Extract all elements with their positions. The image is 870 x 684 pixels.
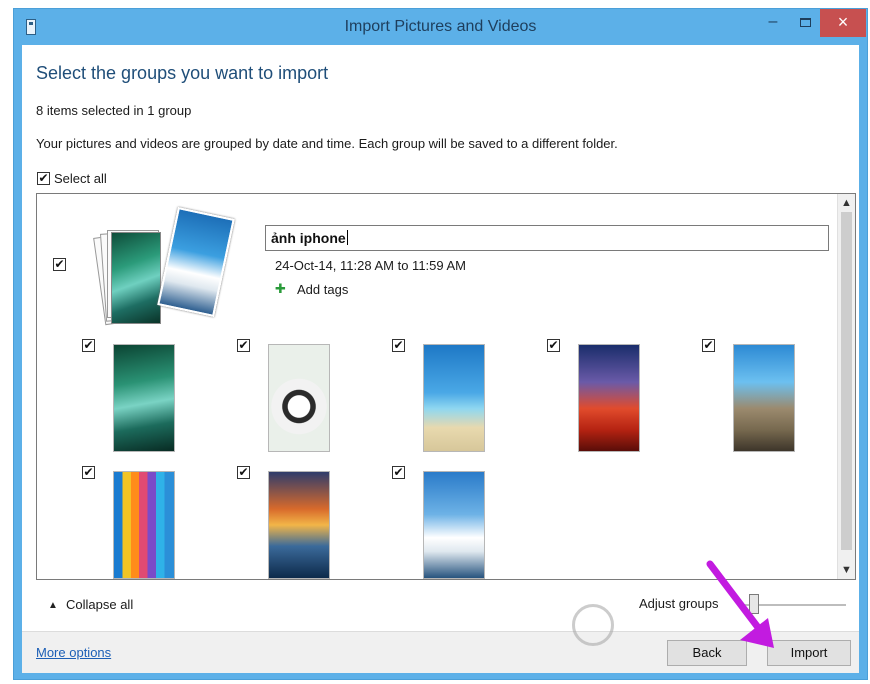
photo-thumbnail-panda[interactable] bbox=[268, 344, 330, 452]
photo-thumbnail-pencils[interactable] bbox=[113, 471, 175, 579]
thumbnail-checkbox[interactable]: ✔ bbox=[392, 339, 405, 352]
scroll-down-icon[interactable]: ▼ bbox=[841, 564, 852, 576]
tag-icon[interactable]: ✚ bbox=[275, 282, 290, 295]
stack-tilted-photo bbox=[157, 207, 235, 317]
annotation-arrow-icon bbox=[706, 560, 774, 648]
group-list: ✔ ảnh iphone 24-Oct-14, 11:28 AM to 11:5… bbox=[36, 193, 856, 580]
grouping-description: Your pictures and videos are grouped by … bbox=[36, 136, 618, 151]
collapse-icon[interactable]: ▲ bbox=[48, 600, 58, 611]
more-options-link[interactable]: More options bbox=[36, 645, 111, 660]
page-heading: Select the groups you want to import bbox=[36, 63, 329, 83]
thumbnail-checkbox[interactable]: ✔ bbox=[82, 466, 95, 479]
group-name-input[interactable]: ảnh iphone bbox=[265, 225, 829, 251]
select-all-checkbox[interactable]: ✔ bbox=[37, 172, 50, 185]
maximize-icon bbox=[799, 18, 811, 27]
select-all-label[interactable]: Select all bbox=[54, 171, 107, 186]
photo-thumbnail-sunset[interactable] bbox=[578, 344, 640, 452]
thumbnail-checkbox[interactable]: ✔ bbox=[392, 466, 405, 479]
stack-front-photo bbox=[111, 232, 161, 324]
group-date-range: 24-Oct-14, 11:28 AM to 11:59 AM bbox=[275, 258, 467, 273]
thumbnail-checkbox[interactable]: ✔ bbox=[237, 339, 250, 352]
scroll-thumb[interactable] bbox=[841, 212, 852, 550]
photo-thumbnail-city[interactable] bbox=[733, 344, 795, 452]
window-title: Import Pictures and Videos bbox=[344, 18, 537, 35]
photo-thumbnail-ocean-wave[interactable] bbox=[268, 471, 330, 579]
group-stack-thumbnail bbox=[89, 204, 249, 334]
selection-summary: 8 items selected in 1 group bbox=[36, 103, 192, 118]
title-bar[interactable]: Import Pictures and Videos – × bbox=[14, 9, 867, 45]
vertical-scrollbar[interactable]: ▲ ▼ bbox=[837, 194, 855, 579]
group-checkbox[interactable]: ✔ bbox=[53, 258, 66, 271]
collapse-all-link[interactable]: Collapse all bbox=[66, 597, 133, 612]
close-button[interactable]: × bbox=[820, 9, 866, 37]
add-tags-link[interactable]: Add tags bbox=[297, 282, 348, 297]
thumbnail-checkbox[interactable]: ✔ bbox=[547, 339, 560, 352]
watermark-logo-icon bbox=[572, 604, 614, 646]
minimize-button[interactable]: – bbox=[758, 9, 788, 37]
thumbnail-checkbox[interactable]: ✔ bbox=[702, 339, 715, 352]
photo-thumbnail-santorini[interactable] bbox=[423, 471, 485, 579]
photo-thumbnail-beach[interactable] bbox=[423, 344, 485, 452]
maximize-button[interactable] bbox=[790, 9, 820, 37]
thumbnail-checkbox[interactable]: ✔ bbox=[237, 466, 250, 479]
thumbnail-checkbox[interactable]: ✔ bbox=[82, 339, 95, 352]
scroll-up-icon[interactable]: ▲ bbox=[841, 197, 852, 209]
photo-thumbnail-wave[interactable] bbox=[113, 344, 175, 452]
